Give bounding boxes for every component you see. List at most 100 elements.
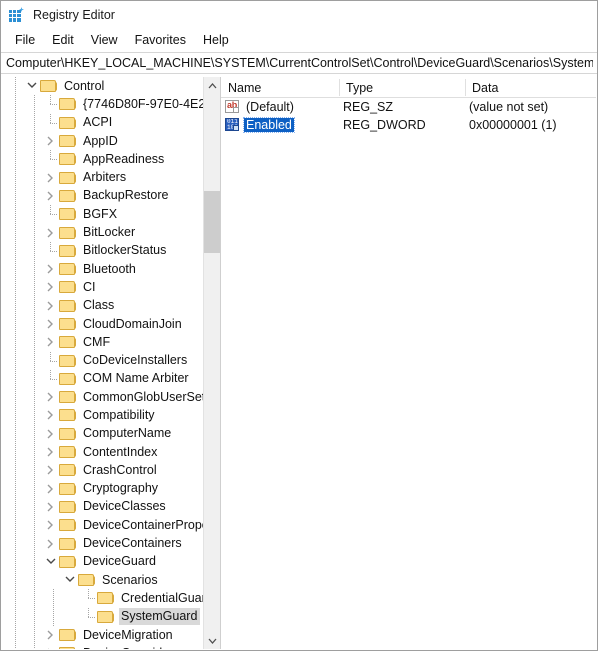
column-header-name[interactable]: Name — [221, 77, 339, 98]
chevron-right-icon[interactable] — [43, 169, 59, 187]
tree-item-deviceoverrides[interactable]: DeviceOverrides — [2, 644, 203, 649]
value-row[interactable]: 011100Enabled REG_DWORD 0x00000001 (1) — [221, 116, 596, 134]
tree-item-computername[interactable]: ComputerName — [2, 425, 203, 443]
tree-item-compatibility[interactable]: Compatibility — [2, 406, 203, 424]
folder-icon — [59, 152, 76, 166]
tree-vertical-scrollbar[interactable] — [203, 77, 220, 649]
folder-icon — [59, 408, 76, 422]
tree-item-control[interactable]: Control — [2, 77, 203, 95]
chevron-right-icon[interactable] — [43, 644, 59, 649]
tree-item-bluetooth[interactable]: Bluetooth — [2, 260, 203, 278]
chevron-right-icon[interactable] — [43, 498, 59, 516]
value-type: REG_SZ — [343, 100, 394, 114]
chevron-right-icon[interactable] — [43, 297, 59, 315]
chevron-down-icon[interactable] — [24, 77, 40, 95]
tree-elbow-connector — [43, 241, 59, 260]
folder-icon — [59, 628, 76, 642]
tree-item-scenarios[interactable]: Scenarios — [2, 571, 203, 589]
scroll-up-button[interactable] — [204, 77, 220, 94]
menu-edit[interactable]: Edit — [44, 31, 83, 50]
column-header-type[interactable]: Type — [339, 77, 465, 98]
chevron-right-icon[interactable] — [43, 626, 59, 644]
tree-scrollbar-thumb[interactable] — [204, 191, 220, 253]
chevron-right-icon[interactable] — [43, 260, 59, 278]
folder-icon — [59, 555, 76, 569]
tree-item-appreadiness[interactable]: AppReadiness — [2, 150, 203, 168]
tree-item-devicecontainerprope[interactable]: DeviceContainerPrope — [2, 516, 203, 534]
folder-icon — [59, 427, 76, 441]
tree-item-label: COM Name Arbiter — [83, 371, 189, 386]
menu-view[interactable]: View — [83, 31, 127, 50]
tree-item-clouddomainjoin[interactable]: CloudDomainJoin — [2, 315, 203, 333]
tree-item-crashcontrol[interactable]: CrashControl — [2, 461, 203, 479]
tree-item-bitlockerstatus[interactable]: BitlockerStatus — [2, 241, 203, 260]
chevron-right-icon[interactable] — [43, 333, 59, 351]
tree-item-deviceguard[interactable]: DeviceGuard — [2, 553, 203, 571]
registry-tree-pane: Control {7746D80F-97E0-4E26- ACPI AppID AppR… — [2, 77, 220, 649]
registry-editor-window: Registry Editor File Edit View Favorites… — [0, 0, 598, 651]
chevron-right-icon[interactable] — [43, 132, 59, 150]
tree-item-commonglobuserset[interactable]: CommonGlobUserSet — [2, 388, 203, 406]
tree-item-class[interactable]: Class — [2, 297, 203, 315]
column-header-data[interactable]: Data — [465, 77, 595, 98]
tree-item-label: CI — [83, 279, 96, 294]
tree-item-label: CloudDomainJoin — [83, 316, 182, 331]
tree-item-cmf[interactable]: CMF — [2, 333, 203, 351]
scroll-down-button[interactable] — [204, 632, 220, 649]
folder-icon — [59, 171, 76, 185]
chevron-right-icon[interactable] — [43, 388, 59, 406]
tree-item-7746d80f-97e0-4e26[interactable]: {7746D80F-97E0-4E26- — [2, 95, 203, 113]
folder-icon — [78, 573, 95, 587]
tree-item-bitlocker[interactable]: BitLocker — [2, 223, 203, 241]
folder-icon — [59, 207, 76, 221]
tree-item-label: BitLocker — [83, 225, 136, 240]
menu-favorites[interactable]: Favorites — [127, 31, 195, 50]
tree-item-codeviceinstallers[interactable]: CoDeviceInstallers — [2, 351, 203, 369]
chevron-right-icon[interactable] — [43, 187, 59, 205]
tree-item-label: {7746D80F-97E0-4E26- — [83, 96, 203, 111]
chevron-right-icon[interactable] — [43, 406, 59, 424]
tree-item-label: ComputerName — [83, 426, 172, 441]
chevron-right-icon[interactable] — [43, 224, 59, 242]
tree-item-deviceclasses[interactable]: DeviceClasses — [2, 498, 203, 516]
value-row[interactable]: ab (Default) REG_SZ (value not set) — [221, 98, 596, 116]
tree-item-devicecontainers[interactable]: DeviceContainers — [2, 534, 203, 552]
chevron-right-icon[interactable] — [43, 535, 59, 553]
tree-item-appid[interactable]: AppID — [2, 132, 203, 150]
tree-item-cryptography[interactable]: Cryptography — [2, 480, 203, 498]
tree-item-label: Cryptography — [83, 481, 159, 496]
menu-help[interactable]: Help — [195, 31, 238, 50]
chevron-right-icon[interactable] — [43, 278, 59, 296]
folder-icon — [59, 134, 76, 148]
folder-icon — [59, 116, 76, 130]
tree-item-systemguard[interactable]: SystemGuard — [2, 607, 203, 626]
tree-item-label: Arbiters — [83, 170, 127, 185]
tree-item-backuprestore[interactable]: BackupRestore — [2, 187, 203, 205]
tree-item-com-name-arbiter[interactable]: COM Name Arbiter — [2, 369, 203, 388]
tree-item-label: AppID — [83, 133, 118, 148]
tree-item-ci[interactable]: CI — [2, 278, 203, 296]
address-bar[interactable]: Computer\HKEY_LOCAL_MACHINE\SYSTEM\Curre… — [1, 52, 597, 74]
tree-item-label: DeviceMigration — [83, 627, 173, 642]
chevron-right-icon[interactable] — [43, 425, 59, 443]
tree-item-arbiters[interactable]: Arbiters — [2, 168, 203, 186]
chevron-right-icon[interactable] — [43, 315, 59, 333]
tree-item-acpi[interactable]: ACPI — [2, 113, 203, 132]
folder-icon — [59, 518, 76, 532]
chevron-down-icon[interactable] — [43, 553, 59, 571]
tree-item-label: ACPI — [83, 115, 113, 130]
tree-item-bgfx[interactable]: BGFX — [2, 205, 203, 223]
chevron-right-icon[interactable] — [43, 516, 59, 534]
tree-item-contentindex[interactable]: ContentIndex — [2, 443, 203, 461]
tree-item-credentialguard[interactable]: CredentialGuard — [2, 589, 203, 607]
menu-file[interactable]: File — [7, 31, 44, 50]
folder-icon — [59, 646, 76, 649]
chevron-right-icon[interactable] — [43, 480, 59, 498]
folder-icon — [59, 262, 76, 276]
tree-item-devicemigration[interactable]: DeviceMigration — [2, 626, 203, 644]
values-column-header: Name Type Data — [221, 77, 596, 98]
registry-editor-icon — [8, 7, 24, 23]
chevron-right-icon[interactable] — [43, 443, 59, 461]
chevron-right-icon[interactable] — [43, 461, 59, 479]
chevron-down-icon[interactable] — [62, 571, 78, 589]
